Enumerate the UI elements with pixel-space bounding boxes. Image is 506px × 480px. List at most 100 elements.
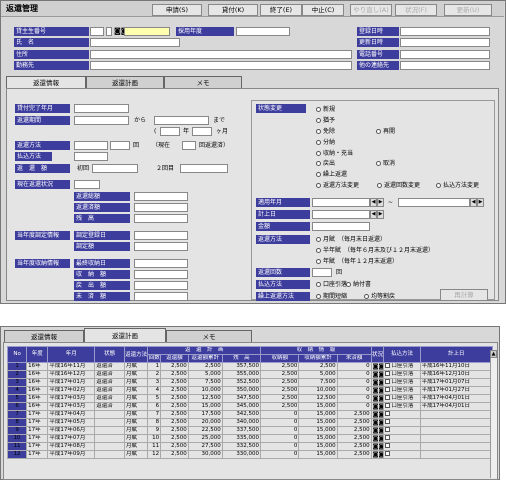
student-no-field-1[interactable]	[90, 27, 104, 36]
apply-ym-from-prev-icon[interactable]: ◀	[370, 198, 377, 207]
table-row[interactable]: 5 16年 平成17年03月 返還済 月賦 5 2,500 12,500 347,500 2,50…	[6, 394, 494, 403]
method-half-year[interactable]: 半年賦 （毎年６月末及び１２月末返還）	[316, 246, 434, 255]
table-row[interactable]: 8 17年 平成17年05月 月賦 8 2,500 20,000 340,000 0 15,000…	[6, 418, 494, 427]
second-amount-field[interactable]	[180, 164, 228, 173]
binoculars-icon[interactable]: ◙◙	[373, 380, 383, 386]
name-field[interactable]	[90, 38, 180, 47]
table-row[interactable]: 4 16年 平成17年02月 返還済 月賦 4 2,500 10,000 350,000 2,50…	[6, 386, 494, 395]
period-months-field[interactable]	[192, 127, 212, 136]
option-refund[interactable]: 戻出	[316, 159, 335, 168]
check-count-change[interactable]: 返還回数変更	[377, 181, 420, 190]
option-revoke[interactable]: 取消	[376, 159, 395, 168]
table-row[interactable]: 11 17年 平成17年08月 月賦 11 2,500 27,500 332,500 0 15,0…	[6, 442, 494, 451]
table-row[interactable]: 6 16年 平成17年03月 返還済 月賦 6 2,500 15,000 345,000 2,50…	[6, 402, 494, 411]
right-amount-field[interactable]	[312, 222, 370, 231]
row-checkbox[interactable]	[385, 395, 391, 400]
option-early[interactable]: 繰上返還	[316, 170, 347, 179]
pay-slip[interactable]: 納付書	[346, 280, 371, 289]
col-state[interactable]: 状態	[94, 346, 125, 363]
apply-ym-from-field[interactable]	[312, 198, 370, 207]
calc-date-prev-icon[interactable]: ◀	[370, 210, 377, 219]
method-monthly[interactable]: 月賦 （毎月末日返還）	[316, 235, 386, 244]
col-no[interactable]: No	[6, 346, 28, 363]
col-count[interactable]: 回数	[147, 354, 162, 363]
row-checkbox[interactable]	[385, 363, 391, 368]
binoculars-icon[interactable]: ◙◙	[373, 364, 383, 370]
phone-field[interactable]	[400, 50, 490, 59]
row-checkbox[interactable]	[385, 419, 391, 424]
period-from-field[interactable]	[74, 116, 129, 125]
row-checkbox[interactable]	[385, 451, 391, 456]
col-calcdate[interactable]: 計上日	[419, 346, 494, 363]
period-to-field[interactable]	[154, 116, 209, 125]
row-checkbox[interactable]	[385, 371, 391, 376]
student-no-field-3[interactable]	[124, 27, 170, 36]
grid-scrollbar[interactable]	[490, 350, 497, 478]
option-exempt[interactable]: 免除	[316, 127, 335, 136]
pay-method-field[interactable]	[74, 152, 108, 161]
option-installment[interactable]: 分納	[316, 138, 335, 147]
recalc-button[interactable]: 再計算	[440, 289, 488, 301]
check-pay-change[interactable]: 払込方法変更	[436, 181, 479, 190]
apply-button[interactable]: 申請(S)	[152, 4, 202, 16]
col-year[interactable]: 年度	[26, 346, 49, 363]
apply-ym-to-next-icon[interactable]: ▶	[477, 198, 484, 207]
col-paymethod[interactable]: 払込方法	[383, 346, 421, 363]
binoculars-icon[interactable]: ◙◙	[373, 444, 383, 450]
row-checkbox[interactable]	[385, 443, 391, 448]
table-row[interactable]: 9 17年 平成17年06月 月賦 9 2,500 22,500 337,500 0 15,000…	[6, 426, 494, 435]
binoculars-icon[interactable]: ◙◙	[373, 428, 383, 434]
method-field[interactable]	[74, 141, 108, 150]
pay-bank[interactable]: 口座引落	[316, 280, 347, 289]
calc-date-next-icon[interactable]: ▶	[377, 210, 384, 219]
cancel-button[interactable]: 中止(C)	[302, 4, 344, 16]
col-status[interactable]: 状況	[370, 346, 385, 363]
apply-ym-to-field[interactable]	[398, 198, 470, 207]
binoculars-icon[interactable]: ◙◙	[373, 452, 383, 458]
apply-ym-to-prev-icon[interactable]: ◀	[470, 198, 477, 207]
student-no-field-2[interactable]	[106, 27, 112, 36]
binoculars-icon[interactable]: ◙◙	[373, 372, 383, 378]
bottom-tab-repayment-plan[interactable]: 返還計画	[84, 328, 166, 342]
option-new[interactable]: 新規	[316, 105, 335, 114]
apply-ym-from-next-icon[interactable]: ▶	[377, 198, 384, 207]
option-resume[interactable]: 再開	[376, 127, 395, 136]
first-amount-field[interactable]	[92, 164, 138, 173]
col-amount[interactable]: 返還額	[160, 354, 189, 363]
binoculars-icon[interactable]: ◙◙	[373, 436, 383, 442]
method-yearly[interactable]: 年賦 （毎年１２月末返還）	[316, 257, 398, 266]
row-checkbox[interactable]	[385, 403, 391, 408]
workplace-field[interactable]	[90, 61, 352, 70]
row-checkbox[interactable]	[385, 387, 391, 392]
binoculars-icon[interactable]: ◙◙	[114, 26, 128, 36]
tab-repayment-plan[interactable]: 返還計画	[86, 76, 164, 88]
table-row[interactable]: 1 16年 平成16年11月 返還済 月賦 1 2,500 2,500 357,500 2,500…	[6, 362, 494, 371]
table-row[interactable]: 2 16年 平成16年12月 返還済 月賦 2 2,500 5,000 355,000 2,500…	[6, 370, 494, 379]
lend-end-field[interactable]	[74, 104, 129, 113]
row-checkbox[interactable]	[385, 411, 391, 416]
bottom-tab-memo[interactable]: メモ	[166, 330, 252, 342]
row-checkbox[interactable]	[385, 435, 391, 440]
option-defer[interactable]: 猶予	[316, 116, 335, 125]
row-checkbox[interactable]	[385, 427, 391, 432]
early-shorten[interactable]: 期間短縮	[316, 292, 347, 301]
lend-button[interactable]: 貸付(K)	[208, 4, 258, 16]
times-field[interactable]	[110, 141, 130, 150]
col-amount-cum[interactable]: 返還額累計	[187, 354, 223, 363]
check-method-change[interactable]: 返還方法変更	[316, 181, 359, 190]
scroll-up-icon[interactable]: ▲	[490, 350, 497, 358]
table-row[interactable]: 7 17年 平成17年04月 月賦 7 2,500 17,500 342,500 0 15,000…	[6, 410, 494, 419]
status-button[interactable]: 状況(F)	[395, 4, 437, 16]
col-collect-cum[interactable]: 収納額累計	[298, 354, 338, 363]
exit-button[interactable]: 終了(E)	[260, 4, 302, 16]
binoculars-icon[interactable]: ◙◙	[373, 420, 383, 426]
tab-repayment-info[interactable]: 返還情報	[6, 76, 86, 88]
row-checkbox[interactable]	[385, 379, 391, 384]
binoculars-icon[interactable]: ◙◙	[373, 396, 383, 402]
bottom-tab-repayment-info[interactable]: 返還情報	[4, 330, 84, 342]
binoculars-icon[interactable]: ◙◙	[373, 404, 383, 410]
update-button[interactable]: 更新(U)	[444, 4, 492, 16]
binoculars-icon[interactable]: ◙◙	[373, 412, 383, 418]
col-balance[interactable]: 残 高	[221, 354, 262, 363]
count-field[interactable]	[312, 268, 332, 277]
